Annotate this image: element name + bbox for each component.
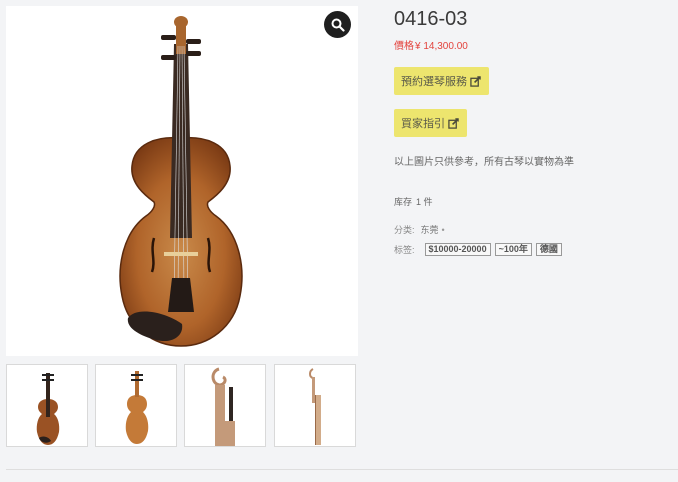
thumbnail-back[interactable] <box>95 364 177 447</box>
buyer-guide-button-label: 買家指引 <box>401 118 445 130</box>
category-info: 分类: 东莞 • <box>394 223 445 236</box>
edit-external-icon <box>470 75 481 87</box>
product-price: 價格¥ 14,300.00 <box>394 37 468 52</box>
appointment-button-label: 預約選琴服務 <box>401 76 467 88</box>
thumbnail-image <box>36 373 60 445</box>
violin-front-image <box>119 16 243 347</box>
main-product-image[interactable] <box>6 6 358 356</box>
category-separator: • <box>441 225 445 235</box>
thumbnail-image <box>211 367 235 446</box>
appointment-button[interactable]: 預約選琴服務 <box>394 67 489 95</box>
tag-price-range[interactable]: $10000-20000 <box>424 243 491 256</box>
category-link[interactable]: 东莞 <box>421 225 439 235</box>
price-label: 價格 <box>394 41 414 52</box>
stock-label: 库存 <box>394 197 413 207</box>
tags-label: 标签: <box>394 245 415 255</box>
thumbnail-image <box>125 371 149 444</box>
image-disclaimer: 以上圖片只供參考，所有古琴以實物為準 <box>394 157 574 168</box>
tags-info: 标签: $10000-20000 ~100年 德國 <box>394 243 566 256</box>
price-value: ¥ 14,300.00 <box>415 41 468 52</box>
buyer-guide-button[interactable]: 買家指引 <box>394 109 467 137</box>
zoom-button[interactable] <box>324 11 351 38</box>
thumbnail-front-full[interactable] <box>6 364 88 447</box>
thumbnail-image <box>309 368 321 445</box>
thumbnail-scroll-side[interactable] <box>184 364 266 447</box>
magnifier-icon <box>331 18 345 32</box>
section-divider <box>6 469 678 470</box>
edit-external-icon <box>448 117 459 129</box>
tag-age[interactable]: ~100年 <box>494 243 532 256</box>
category-label: 分类: <box>394 225 415 235</box>
thumbnail-side-profile[interactable] <box>274 364 356 447</box>
stock-value: 1 件 <box>416 197 433 207</box>
stock-info: 库存 1 件 <box>394 195 433 208</box>
tag-origin[interactable]: 德國 <box>535 243 562 256</box>
product-title: 0416-03 <box>394 8 468 30</box>
